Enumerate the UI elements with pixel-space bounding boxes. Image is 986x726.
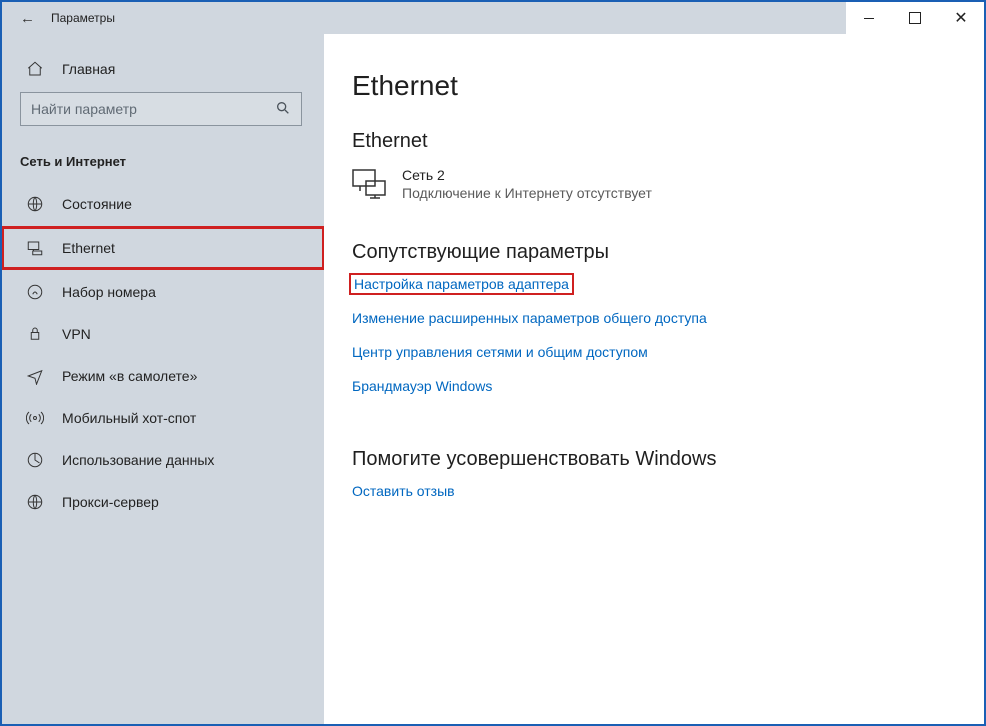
sidebar-item-label: Ethernet bbox=[62, 240, 115, 256]
sidebar-item-label: Использование данных bbox=[62, 452, 214, 468]
sidebar-item-label: Набор номера bbox=[62, 284, 156, 300]
sidebar-item-proxy[interactable]: Прокси-сервер bbox=[2, 481, 324, 523]
sidebar-item-label: Прокси-сервер bbox=[62, 494, 159, 510]
data-usage-icon bbox=[26, 451, 44, 469]
feedback-heading: Помогите усовершенствовать Windows bbox=[352, 448, 956, 471]
airplane-icon bbox=[26, 367, 44, 385]
sidebar-item-ethernet[interactable]: Ethernet bbox=[2, 227, 324, 269]
sidebar-item-datausage[interactable]: Использование данных bbox=[2, 439, 324, 481]
back-button[interactable]: ← bbox=[20, 10, 35, 27]
vpn-icon bbox=[26, 325, 44, 343]
search-icon bbox=[275, 100, 291, 119]
ethernet-icon bbox=[26, 239, 44, 257]
nav-list: Состояние Ethernet Набор номера bbox=[2, 183, 324, 523]
sidebar-item-dialup[interactable]: Набор номера bbox=[2, 271, 324, 313]
sidebar: Главная Сеть и Интернет Состояние bbox=[2, 34, 324, 724]
proxy-icon bbox=[26, 493, 44, 511]
maximize-button[interactable] bbox=[892, 2, 938, 34]
network-item[interactable]: Сеть 2 Подключение к Интернету отсутству… bbox=[352, 167, 956, 201]
main-content: Ethernet Ethernet Сеть 2 Подключение к И… bbox=[324, 34, 984, 724]
search-box[interactable] bbox=[20, 92, 302, 126]
link-advanced-sharing[interactable]: Изменение расширенных параметров общего … bbox=[352, 310, 707, 326]
home-label: Главная bbox=[62, 61, 115, 77]
minimize-button[interactable] bbox=[846, 2, 892, 34]
home-button[interactable]: Главная bbox=[2, 52, 324, 92]
sidebar-item-label: Мобильный хот-спот bbox=[62, 410, 196, 426]
hotspot-icon bbox=[26, 409, 44, 427]
network-name: Сеть 2 bbox=[402, 167, 652, 183]
link-adapter-settings[interactable]: Настройка параметров адаптера bbox=[352, 276, 571, 292]
section-subtitle: Ethernet bbox=[352, 130, 956, 153]
titlebar: ← Параметры ✕ bbox=[2, 2, 984, 34]
sidebar-item-status[interactable]: Состояние bbox=[2, 183, 324, 225]
related-heading: Сопутствующие параметры bbox=[352, 241, 956, 264]
dialup-icon bbox=[26, 283, 44, 301]
link-firewall[interactable]: Брандмауэр Windows bbox=[352, 378, 492, 394]
link-feedback[interactable]: Оставить отзыв bbox=[352, 483, 455, 499]
link-network-center[interactable]: Центр управления сетями и общим доступом bbox=[352, 344, 648, 360]
sidebar-item-vpn[interactable]: VPN bbox=[2, 313, 324, 355]
sidebar-item-hotspot[interactable]: Мобильный хот-спот bbox=[2, 397, 324, 439]
home-icon bbox=[26, 60, 44, 78]
close-button[interactable]: ✕ bbox=[938, 2, 984, 34]
sidebar-item-airplane[interactable]: Режим «в самолете» bbox=[2, 355, 324, 397]
network-pc-icon bbox=[352, 169, 386, 199]
category-heading: Сеть и Интернет bbox=[2, 144, 324, 183]
sidebar-item-label: VPN bbox=[62, 326, 91, 342]
network-status: Подключение к Интернету отсутствует bbox=[402, 185, 652, 201]
window-title: Параметры bbox=[51, 11, 115, 25]
page-title: Ethernet bbox=[352, 70, 956, 102]
sidebar-item-label: Режим «в самолете» bbox=[62, 368, 197, 384]
status-icon bbox=[26, 195, 44, 213]
sidebar-item-label: Состояние bbox=[62, 196, 132, 212]
search-input[interactable] bbox=[31, 101, 291, 117]
